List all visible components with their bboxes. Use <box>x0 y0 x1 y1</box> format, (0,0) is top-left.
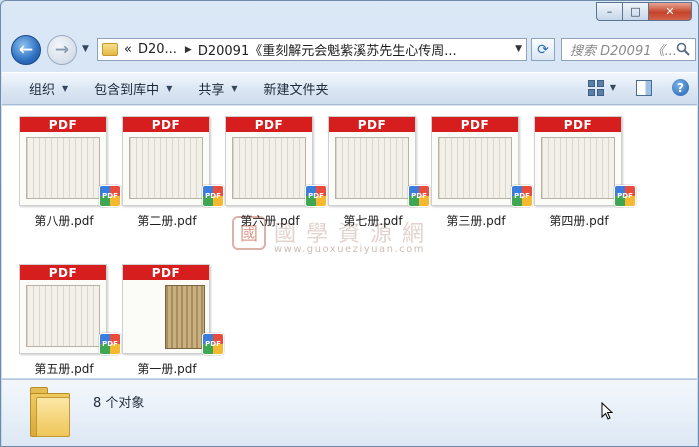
navigation-bar: ← → ▼ « D20... ▶ D20091《重刻解元会魁紫溪苏先生心传周..… <box>9 34 696 66</box>
file-item[interactable]: PDF PDF 第一册.pdf <box>116 254 224 376</box>
chevron-down-icon: ▼ <box>231 84 238 93</box>
folder-icon <box>102 43 118 56</box>
mouse-cursor-icon <box>601 402 613 420</box>
file-name[interactable]: 第二册.pdf <box>116 212 218 229</box>
file-list[interactable]: 國 國學資源網 www.guoxueziyuan.com PDF PDF 第八册… <box>2 106 697 378</box>
include-in-library-menu[interactable]: 包含到库中 ▼ <box>94 79 172 98</box>
view-options-icon[interactable] <box>587 79 604 96</box>
file-name[interactable]: 第七册.pdf <box>322 212 424 229</box>
details-pane: 8 个对象 <box>2 379 697 446</box>
page-preview <box>438 137 512 199</box>
minimize-button[interactable]: – <box>596 2 622 21</box>
cover-preview <box>165 285 205 349</box>
pdf-banner: PDF <box>123 265 209 280</box>
pdf-thumbnail: PDF <box>19 264 107 354</box>
breadcrumb-separator-icon[interactable]: ▶ <box>185 45 192 55</box>
window-controls: – □ ✕ <box>596 2 692 21</box>
search-icon[interactable] <box>676 42 690 56</box>
page-preview <box>232 137 306 199</box>
file-item[interactable]: PDF PDF 第二册.pdf <box>116 106 224 228</box>
address-bar[interactable]: « D20... ▶ D20091《重刻解元会魁紫溪苏先生心传周... ▼ <box>97 38 527 61</box>
file-item[interactable]: PDF PDF 第八册.pdf <box>13 106 121 228</box>
file-name[interactable]: 第三册.pdf <box>425 212 527 229</box>
pdf-banner: PDF <box>535 117 621 132</box>
file-name[interactable]: 第四册.pdf <box>528 212 630 229</box>
breadcrumb-current[interactable]: D20091《重刻解元会魁紫溪苏先生心传周... <box>198 40 457 59</box>
pdf-banner: PDF <box>329 117 415 132</box>
new-folder-button[interactable]: 新建文件夹 <box>264 79 329 98</box>
recent-pages-dropdown[interactable]: ▼ <box>82 44 89 54</box>
page-preview <box>26 285 100 347</box>
pdf-banner: PDF <box>123 117 209 132</box>
share-label: 共享 <box>198 83 225 98</box>
folder-icon <box>30 387 70 437</box>
command-bar: 组织 ▼ 包含到库中 ▼ 共享 ▼ 新建文件夹 ▼ ? <box>2 72 697 105</box>
view-options-dropdown[interactable]: ▼ <box>610 83 616 92</box>
back-arrow-icon[interactable]: ← <box>11 35 41 65</box>
pdf-thumbnail: PDF <box>122 264 210 354</box>
page-preview <box>335 137 409 199</box>
refresh-icon[interactable]: ⟳ <box>531 38 555 61</box>
item-count: 8 个对象 <box>93 396 145 411</box>
pdf-thumbnail: PDF <box>534 116 622 206</box>
file-name[interactable]: 第一册.pdf <box>116 360 218 377</box>
chevron-down-icon: ▼ <box>166 84 173 93</box>
view-controls: ▼ ? <box>587 79 689 96</box>
page-preview <box>129 137 203 199</box>
pdf-thumbnail: PDF <box>19 116 107 206</box>
file-item[interactable]: PDF PDF 第七册.pdf <box>322 106 430 228</box>
pdf-thumbnail: PDF <box>431 116 519 206</box>
file-name[interactable]: 第六册.pdf <box>219 212 321 229</box>
maximize-button[interactable]: □ <box>622 2 648 21</box>
address-dropdown-icon[interactable]: ▼ <box>515 44 522 54</box>
share-menu[interactable]: 共享 ▼ <box>198 79 237 98</box>
pdf-thumbnail: PDF <box>122 116 210 206</box>
pdf-thumbnail: PDF <box>225 116 313 206</box>
pdf-banner: PDF <box>20 265 106 280</box>
chevron-down-icon: ▼ <box>62 84 69 93</box>
pdf-app-icon: PDF <box>202 333 224 355</box>
pdf-app-icon: PDF <box>614 185 636 207</box>
pdf-banner: PDF <box>432 117 518 132</box>
file-name[interactable]: 第五册.pdf <box>13 360 115 377</box>
file-item[interactable]: PDF PDF 第四册.pdf <box>528 106 636 228</box>
explorer-window: – □ ✕ ← → ▼ « D20... ▶ D20091《重刻解元会魁紫溪苏先… <box>0 0 699 447</box>
pdf-banner: PDF <box>226 117 312 132</box>
search-placeholder: 搜索 D20091《... <box>570 44 675 59</box>
page-preview <box>541 137 615 199</box>
file-item[interactable]: PDF PDF 第五册.pdf <box>13 254 121 376</box>
address-overflow[interactable]: « <box>124 42 132 57</box>
include-in-library-label: 包含到库中 <box>94 83 160 98</box>
search-input[interactable]: 搜索 D20091《... <box>561 38 696 61</box>
pdf-thumbnail: PDF <box>328 116 416 206</box>
close-button[interactable]: ✕ <box>648 2 692 21</box>
organize-label: 组织 <box>29 83 56 98</box>
page-preview <box>26 137 100 199</box>
file-name[interactable]: 第八册.pdf <box>13 212 115 229</box>
help-icon[interactable]: ? <box>672 79 689 96</box>
pdf-banner: PDF <box>20 117 106 132</box>
new-folder-label: 新建文件夹 <box>263 83 329 98</box>
file-item[interactable]: PDF PDF 第三册.pdf <box>425 106 533 228</box>
forward-arrow-icon[interactable]: → <box>47 35 77 65</box>
file-item[interactable]: PDF PDF 第六册.pdf <box>219 106 327 228</box>
watermark-url: www.guoxueziyuan.com <box>274 244 425 255</box>
preview-pane-icon[interactable] <box>636 79 652 96</box>
breadcrumb-root[interactable]: D20... <box>138 42 177 57</box>
organize-menu[interactable]: 组织 ▼ <box>29 79 68 98</box>
